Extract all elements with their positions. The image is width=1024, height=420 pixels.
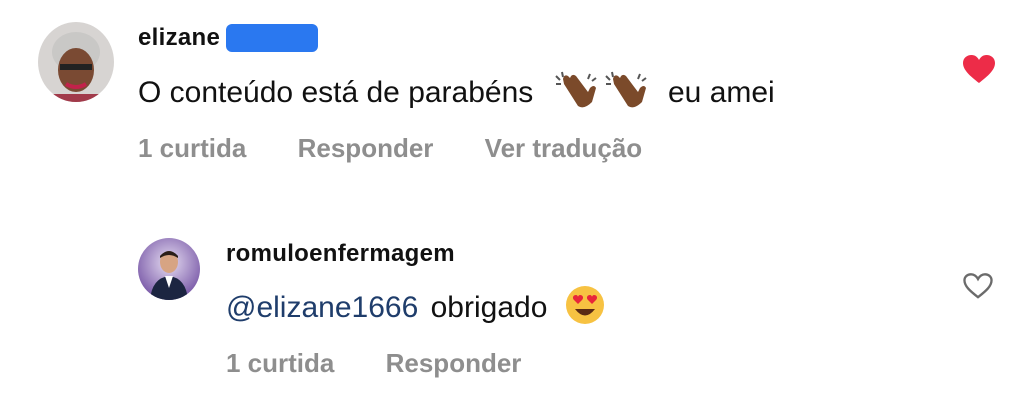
redaction-scribble xyxy=(226,24,318,52)
clapping-hands-icon xyxy=(604,70,650,118)
translate-button[interactable]: Ver tradução xyxy=(485,133,643,163)
comment-text-after: eu amei xyxy=(667,75,775,109)
reply-button[interactable]: Responder xyxy=(298,133,434,163)
comment-actions: 1 curtida Responder xyxy=(226,348,565,379)
comment-text: @elizane1666 obrigado xyxy=(226,284,606,334)
reply-button[interactable]: Responder xyxy=(386,348,522,378)
comment-text-before: O conteúdo está de parabéns xyxy=(138,75,534,109)
heart-outline-icon[interactable] xyxy=(962,272,994,305)
comment-2-reply: romuloenfermagem @elizane1666 obrigado 1… xyxy=(0,200,1024,420)
comment-actions: 1 curtida Responder Ver tradução xyxy=(138,133,686,164)
avatar[interactable] xyxy=(138,238,200,300)
comment-text: O conteúdo está de parabéns eu amei xyxy=(138,70,775,118)
heart-filled-icon[interactable] xyxy=(962,54,996,89)
avatar-image xyxy=(138,238,200,300)
username[interactable]: romuloenfermagem xyxy=(226,240,455,268)
comment-1: elizane O conteúdo está de parabéns eu a… xyxy=(0,0,1024,200)
clapping-hands-icon xyxy=(554,70,600,118)
heart-eyes-icon xyxy=(564,284,606,334)
likes-count[interactable]: 1 curtida xyxy=(226,348,334,378)
comment-body: obrigado xyxy=(430,290,548,324)
username[interactable]: elizane xyxy=(138,24,220,52)
avatar-image xyxy=(38,22,114,102)
likes-count[interactable]: 1 curtida xyxy=(138,133,246,163)
mention-link[interactable]: @elizane1666 xyxy=(226,291,418,324)
avatar[interactable] xyxy=(38,22,114,102)
